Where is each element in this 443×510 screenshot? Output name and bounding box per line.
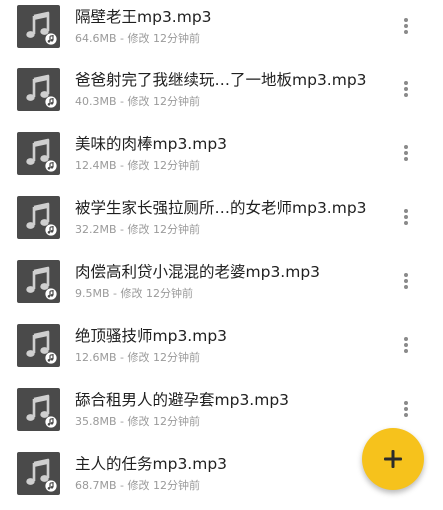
audio-badge-icon (45, 224, 57, 236)
file-size: 9.5MB (75, 287, 110, 300)
file-thumbnail (17, 68, 60, 111)
file-name: 肉偿高利贷小混混的老婆mp3.mp3 (75, 263, 321, 281)
file-size: 68.7MB (75, 479, 117, 492)
file-row[interactable]: 隔壁老王mp3.mp3 64.6MB - 修改 12分钟前 (0, 0, 443, 63)
file-thumbnail (17, 452, 60, 495)
file-thumbnail (17, 196, 60, 239)
file-meta: 64.6MB - 修改 12分钟前 (75, 32, 200, 46)
file-row[interactable]: 绝顶骚技师mp3.mp3 12.6MB - 修改 12分钟前 (0, 319, 443, 382)
file-size: 12.4MB (75, 159, 117, 172)
meta-separator: - (116, 415, 128, 428)
meta-separator: - (109, 287, 121, 300)
file-modified: 修改 12分钟前 (127, 479, 201, 492)
file-modified: 修改 12分钟前 (127, 32, 201, 45)
file-row[interactable]: 爸爸射完了我继续玩…了一地板mp3.mp3 40.3MB - 修改 12分钟前 (0, 63, 443, 126)
file-modified: 修改 12分钟前 (127, 95, 201, 108)
more-vert-icon[interactable] (396, 140, 416, 166)
file-modified: 修改 12分钟前 (127, 415, 201, 428)
file-meta: 12.6MB - 修改 12分钟前 (75, 351, 200, 365)
meta-separator: - (116, 223, 128, 236)
file-modified: 修改 12分钟前 (127, 351, 201, 364)
audio-badge-icon (45, 352, 57, 364)
more-vert-icon[interactable] (396, 76, 416, 102)
meta-separator: - (116, 351, 128, 364)
file-name: 被学生家长强拉厕所…的女老师mp3.mp3 (75, 199, 367, 217)
file-thumbnail (17, 388, 60, 431)
file-thumbnail (17, 324, 60, 367)
file-meta: 35.8MB - 修改 12分钟前 (75, 415, 200, 429)
file-size: 32.2MB (75, 223, 117, 236)
file-meta: 40.3MB - 修改 12分钟前 (75, 95, 200, 109)
more-vert-icon[interactable] (396, 332, 416, 358)
file-row[interactable]: 美味的肉棒mp3.mp3 12.4MB - 修改 12分钟前 (0, 127, 443, 190)
file-size: 12.6MB (75, 351, 117, 364)
audio-badge-icon (45, 480, 57, 492)
meta-separator: - (116, 159, 128, 172)
more-vert-icon[interactable] (396, 268, 416, 294)
add-fab-button[interactable] (362, 428, 424, 490)
meta-separator: - (116, 479, 128, 492)
file-size: 64.6MB (75, 32, 117, 45)
more-vert-icon[interactable] (396, 396, 416, 422)
meta-separator: - (116, 95, 128, 108)
audio-badge-icon (45, 33, 57, 45)
file-name: 隔壁老王mp3.mp3 (75, 8, 212, 26)
file-name: 美味的肉棒mp3.mp3 (75, 135, 228, 153)
plus-icon (384, 450, 402, 468)
file-thumbnail (17, 132, 60, 175)
file-meta: 68.7MB - 修改 12分钟前 (75, 479, 200, 493)
file-name: 爸爸射完了我继续玩…了一地板mp3.mp3 (75, 71, 367, 89)
more-vert-icon[interactable] (396, 13, 416, 39)
file-meta: 32.2MB - 修改 12分钟前 (75, 223, 200, 237)
file-size: 35.8MB (75, 415, 117, 428)
meta-separator: - (116, 32, 128, 45)
file-name: 舔合租男人的避孕套mp3.mp3 (75, 391, 290, 409)
audio-badge-icon (45, 160, 57, 172)
more-vert-icon[interactable] (396, 204, 416, 230)
file-meta: 9.5MB - 修改 12分钟前 (75, 287, 193, 301)
audio-badge-icon (45, 96, 57, 108)
file-meta: 12.4MB - 修改 12分钟前 (75, 159, 200, 173)
file-modified: 修改 12分钟前 (120, 287, 194, 300)
file-thumbnail (17, 260, 60, 303)
file-modified: 修改 12分钟前 (127, 223, 201, 236)
file-size: 40.3MB (75, 95, 117, 108)
file-thumbnail (17, 5, 60, 48)
file-name: 主人的任务mp3.mp3 (75, 455, 228, 473)
file-row[interactable]: 肉偿高利贷小混混的老婆mp3.mp3 9.5MB - 修改 12分钟前 (0, 255, 443, 318)
file-name: 绝顶骚技师mp3.mp3 (75, 327, 228, 345)
audio-badge-icon (45, 288, 57, 300)
file-row[interactable]: 被学生家长强拉厕所…的女老师mp3.mp3 32.2MB - 修改 12分钟前 (0, 191, 443, 254)
file-modified: 修改 12分钟前 (127, 159, 201, 172)
audio-badge-icon (45, 416, 57, 428)
